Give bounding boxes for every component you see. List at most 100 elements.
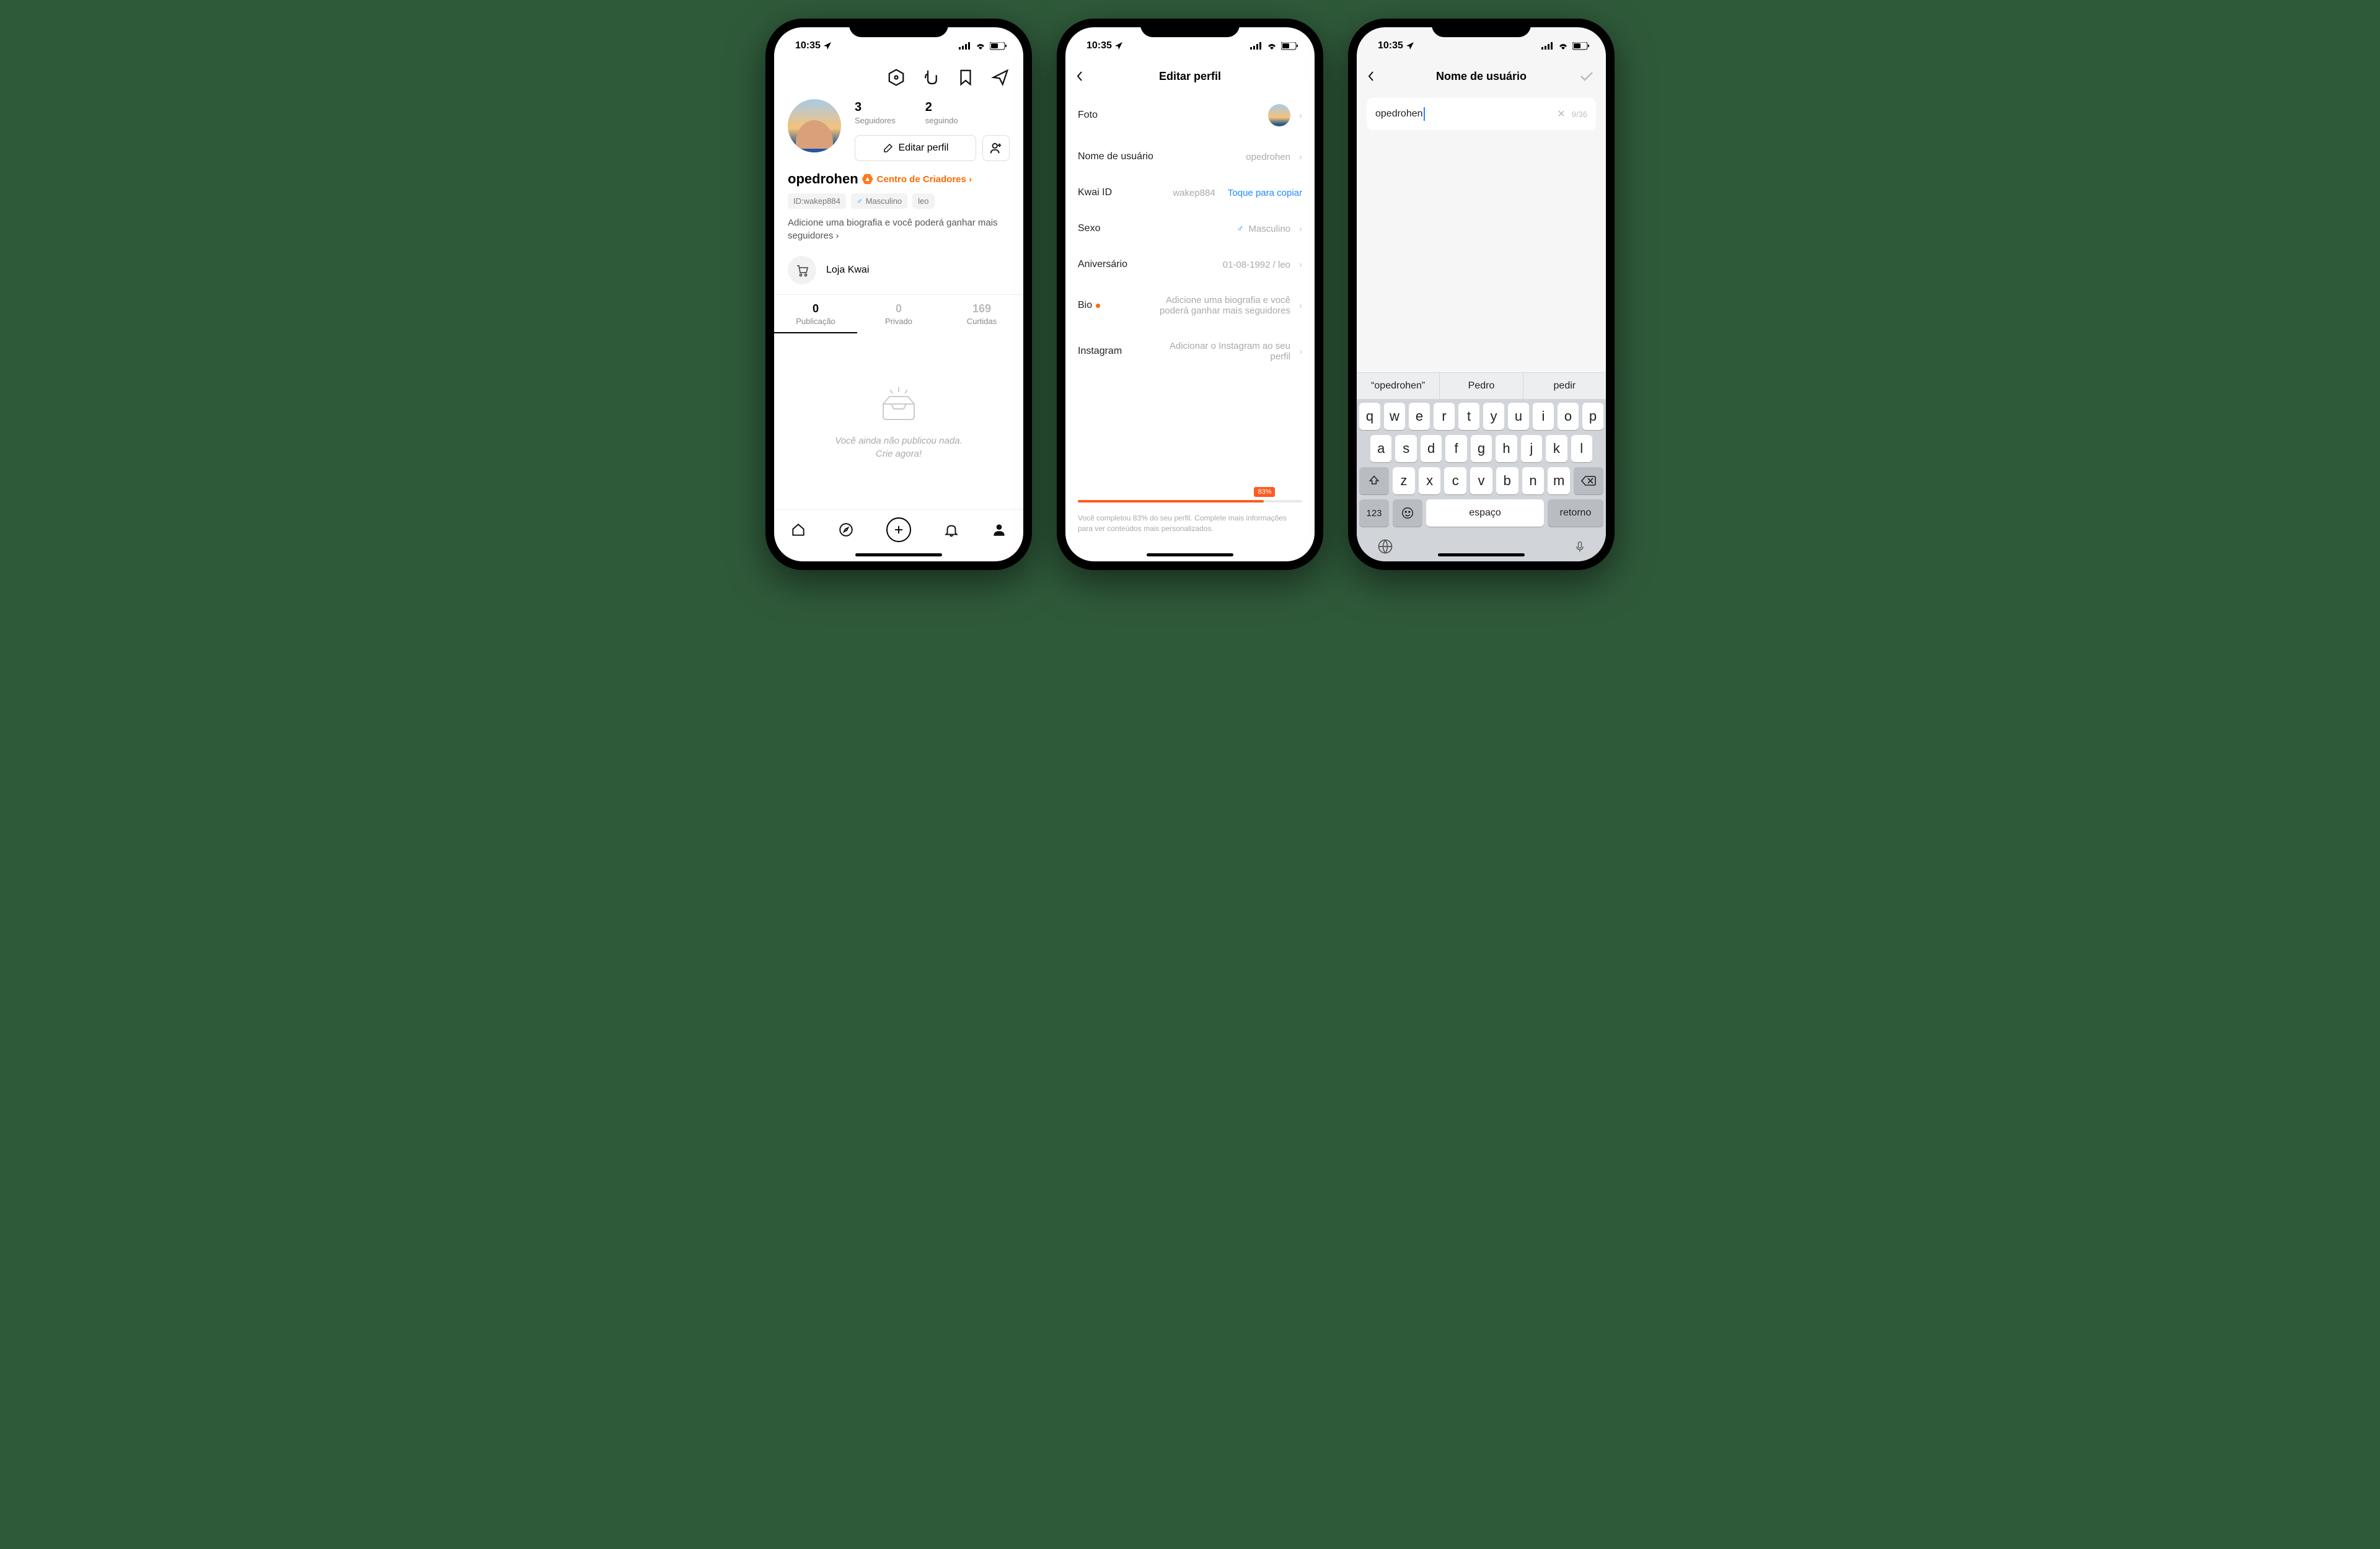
key-return[interactable]: retorno	[1548, 499, 1603, 527]
chevron-right-icon: ›	[1299, 260, 1302, 270]
key-f[interactable]: f	[1445, 435, 1466, 462]
back-button[interactable]	[1368, 71, 1374, 81]
chip-id[interactable]: ID:wakep884	[788, 193, 846, 209]
key-u[interactable]: u	[1508, 403, 1529, 430]
suggestion-1[interactable]: “opedrohen”	[1357, 373, 1439, 399]
key-shift[interactable]	[1359, 467, 1389, 494]
wifi-icon	[1558, 42, 1569, 50]
chip-gender[interactable]: ♂Masculino	[851, 193, 907, 209]
key-c[interactable]: c	[1444, 467, 1466, 494]
header: Editar perfil	[1065, 61, 1315, 92]
emoji-icon	[1401, 506, 1414, 520]
row-username[interactable]: Nome de usuário opedrohen›	[1065, 139, 1315, 175]
copy-id-link[interactable]: Toque para copiar	[1228, 188, 1302, 198]
keyboard: q w e r t y u i o p a s d f g h	[1357, 399, 1606, 561]
key-s[interactable]: s	[1395, 435, 1416, 462]
key-e[interactable]: e	[1409, 403, 1430, 430]
cart-icon	[788, 256, 816, 284]
phone-profile: 10:35 3 Seguidores	[765, 19, 1032, 570]
phone-edit-profile: 10:35 Editar perfil Foto › Nome de usuár…	[1057, 19, 1323, 570]
username-input[interactable]: opedrohen ✕ 9/36	[1367, 98, 1596, 130]
chevron-right-icon: ›	[1299, 152, 1302, 162]
key-l[interactable]: l	[1571, 435, 1592, 462]
tab-curtidas[interactable]: 169 Curtidas	[940, 295, 1023, 332]
creator-center-link[interactable]: Centro de Criadores ›	[877, 174, 972, 185]
char-counter: 9/36	[1572, 110, 1587, 119]
location-arrow-icon	[1406, 42, 1414, 50]
key-z[interactable]: z	[1393, 467, 1415, 494]
avatar[interactable]	[788, 99, 841, 152]
text-caret	[1424, 107, 1425, 121]
bottom-nav	[774, 509, 1023, 549]
username: opedrohen	[788, 171, 858, 187]
key-k[interactable]: k	[1546, 435, 1567, 462]
edit-profile-button[interactable]: Editar perfil	[855, 135, 976, 161]
key-a[interactable]: a	[1370, 435, 1391, 462]
key-123[interactable]: 123	[1359, 499, 1389, 527]
key-p[interactable]: p	[1582, 403, 1603, 430]
row-bio[interactable]: Bio Adicione uma biografia e você poderá…	[1065, 283, 1315, 328]
row-aniversario[interactable]: Aniversário 01-08-1992 / leo›	[1065, 247, 1315, 283]
tab-privado[interactable]: 0 Privado	[857, 295, 940, 332]
male-icon: ♂	[857, 196, 863, 206]
key-j[interactable]: j	[1521, 435, 1542, 462]
key-r[interactable]: r	[1434, 403, 1455, 430]
hexagon-settings-icon[interactable]	[887, 68, 906, 87]
notch	[1140, 19, 1240, 37]
key-t[interactable]: t	[1458, 403, 1479, 430]
clear-input-icon[interactable]: ✕	[1557, 108, 1565, 120]
key-y[interactable]: y	[1483, 403, 1504, 430]
bookmark-icon[interactable]	[956, 68, 975, 87]
key-m[interactable]: m	[1548, 467, 1570, 494]
key-space[interactable]: espaço	[1426, 499, 1544, 527]
key-v[interactable]: v	[1470, 467, 1492, 494]
share-icon[interactable]	[991, 68, 1010, 87]
key-n[interactable]: n	[1522, 467, 1545, 494]
suggestion-2[interactable]: Pedro	[1439, 373, 1522, 399]
key-o[interactable]: o	[1558, 403, 1579, 430]
bio-cta[interactable]: Adicione uma biografia e você poderá gan…	[774, 215, 1023, 253]
confirm-check-icon[interactable]	[1580, 71, 1593, 81]
store-row[interactable]: Loja Kwai	[774, 253, 1023, 294]
key-w[interactable]: w	[1384, 403, 1405, 430]
inbox-empty-icon	[874, 382, 923, 426]
tab-publicacao[interactable]: 0 Publicação	[774, 295, 857, 332]
followers-stat[interactable]: 3 Seguidores	[855, 100, 896, 125]
key-d[interactable]: d	[1421, 435, 1442, 462]
key-b[interactable]: b	[1496, 467, 1518, 494]
nav-explore-icon[interactable]	[838, 522, 854, 538]
chevron-right-icon: ›	[1299, 346, 1302, 357]
home-indicator	[1438, 553, 1525, 556]
key-q[interactable]: q	[1359, 403, 1380, 430]
content-tabs: 0 Publicação 0 Privado 169 Curtidas	[774, 295, 1023, 332]
mic-icon[interactable]	[1574, 538, 1586, 555]
row-foto[interactable]: Foto ›	[1065, 92, 1315, 139]
suggestion-3[interactable]: pedir	[1523, 373, 1606, 399]
globe-icon[interactable]	[1377, 538, 1394, 555]
profile-top-actions	[774, 61, 1023, 93]
back-button[interactable]	[1077, 71, 1083, 81]
nav-home-icon[interactable]	[790, 522, 806, 538]
status-time: 10:35	[1378, 40, 1403, 51]
row-sexo[interactable]: Sexo ♂Masculino›	[1065, 211, 1315, 247]
empty-state: Você ainda não publicou nada. Crie agora…	[774, 333, 1023, 509]
row-kwai-id[interactable]: Kwai ID wakep884 Toque para copiar	[1065, 175, 1315, 211]
key-h[interactable]: h	[1496, 435, 1517, 462]
key-emoji[interactable]	[1393, 499, 1422, 527]
keyboard-suggestions: “opedrohen” Pedro pedir	[1357, 372, 1606, 399]
chip-zodiac[interactable]: leo	[912, 193, 934, 209]
backspace-icon	[1581, 475, 1596, 486]
nav-create-button[interactable]	[886, 517, 911, 542]
pointer-icon[interactable]	[922, 68, 940, 87]
key-g[interactable]: g	[1471, 435, 1492, 462]
row-instagram[interactable]: Instagram Adicionar o Instagram ao seu p…	[1065, 328, 1315, 374]
home-indicator	[1147, 553, 1233, 556]
key-x[interactable]: x	[1419, 467, 1441, 494]
home-indicator	[855, 553, 942, 556]
nav-profile-icon[interactable]	[991, 522, 1007, 538]
following-stat[interactable]: 2 seguindo	[925, 100, 958, 125]
nav-notifications-icon[interactable]	[943, 522, 959, 538]
add-friend-button[interactable]	[982, 135, 1010, 161]
key-backspace[interactable]	[1574, 467, 1603, 494]
key-i[interactable]: i	[1533, 403, 1554, 430]
